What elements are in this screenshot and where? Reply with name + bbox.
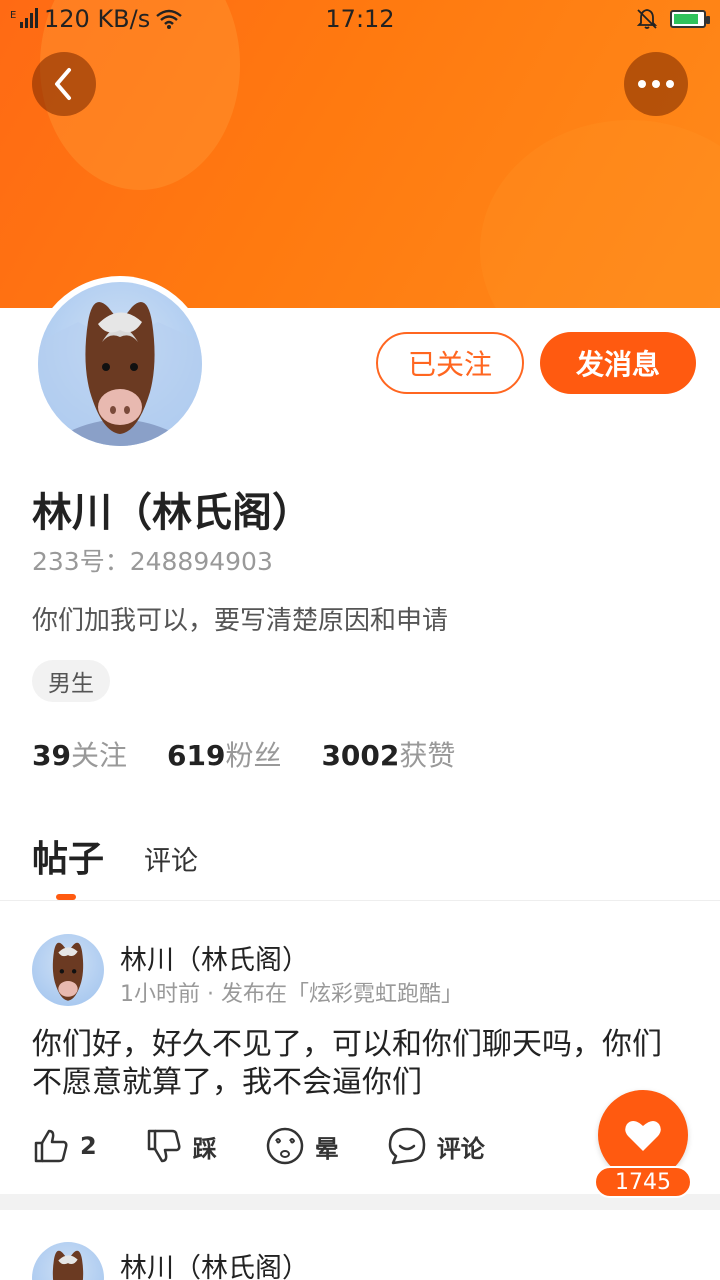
stat-label: 获赞 [399,739,456,772]
post-author-avatar[interactable] [32,934,104,1006]
comment-button[interactable]: 评论 [387,1126,485,1166]
gender-tag: 男生 [32,660,110,702]
stat-fans[interactable]: 619粉丝 [167,734,281,774]
stat-label: 粉丝 [225,739,282,772]
post-content[interactable]: 你们好，好久不见了，可以和你们聊天吗，你们不愿意就算了，我不会逼你们 [32,1026,688,1102]
tab-comments[interactable]: 评论 [144,839,198,882]
more-options-button[interactable] [624,52,688,116]
comment-bubble-icon [388,1127,425,1165]
stat-likes[interactable]: 3002获赞 [321,734,455,774]
header-decoration [480,120,720,308]
dizzy-label: 晕 [314,1134,339,1163]
dizzy-button[interactable]: 晕 [265,1126,339,1166]
horse-mask-avatar-art [38,302,202,446]
back-button[interactable] [32,52,96,116]
heart-icon [625,1120,661,1151]
stat-value: 3002 [321,739,400,772]
profile-name: 林川（林氏阁） [32,490,312,536]
profile-stats: 39关注 619粉丝 3002获赞 [32,734,455,774]
like-count: 2 [80,1132,97,1160]
status-right [636,8,710,30]
send-message-button[interactable]: 发消息 [540,332,696,394]
tab-label: 帖子 [32,839,105,880]
avatar-image [38,282,202,446]
post-actions: 2 踩 晕 评论 [32,1126,533,1166]
thumbs-up-icon [34,1129,68,1163]
profile-uid: 233号：248894903 [32,547,273,576]
thumbs-down-icon [147,1129,181,1163]
comment-label: 评论 [436,1134,485,1163]
battery-icon [670,10,710,28]
post-author-name[interactable]: 林川（林氏阁） [120,938,309,977]
post-meta: 1小时前 · 发布在「炫彩霓虹跑酷」 [120,982,463,1007]
post-author-name[interactable]: 林川（林氏阁） [120,1246,309,1280]
profile-tabs: 帖子 评论 [32,830,198,900]
horse-mask-avatar-art [52,942,84,1001]
stat-value: 619 [166,739,226,772]
divider [0,900,720,901]
like-button[interactable]: 2 [32,1127,97,1165]
profile-header-background [0,0,720,308]
horse-mask-avatar-art [52,1250,84,1280]
stat-value: 39 [32,739,71,772]
tab-posts[interactable]: 帖子 [32,830,105,900]
chevron-left-icon [55,68,71,100]
stat-following[interactable]: 39关注 [32,734,127,774]
dislike-button[interactable]: 踩 [145,1127,217,1165]
status-bar: E 120 KB/s 17:12 [0,0,720,40]
dislike-label: 踩 [192,1134,217,1163]
post-author-avatar[interactable] [32,1242,104,1280]
status-time: 17:12 [325,5,395,33]
dizzy-face-icon [266,1127,303,1165]
profile-avatar[interactable] [32,276,208,452]
profile-bio: 你们加我可以，要写清楚原因和申请 [32,606,449,636]
mute-bell-icon [636,9,658,29]
like-fab-count: 1745 [594,1166,692,1198]
stat-label: 关注 [70,739,127,772]
following-button[interactable]: 已关注 [376,332,524,394]
more-dots-icon [638,80,674,88]
